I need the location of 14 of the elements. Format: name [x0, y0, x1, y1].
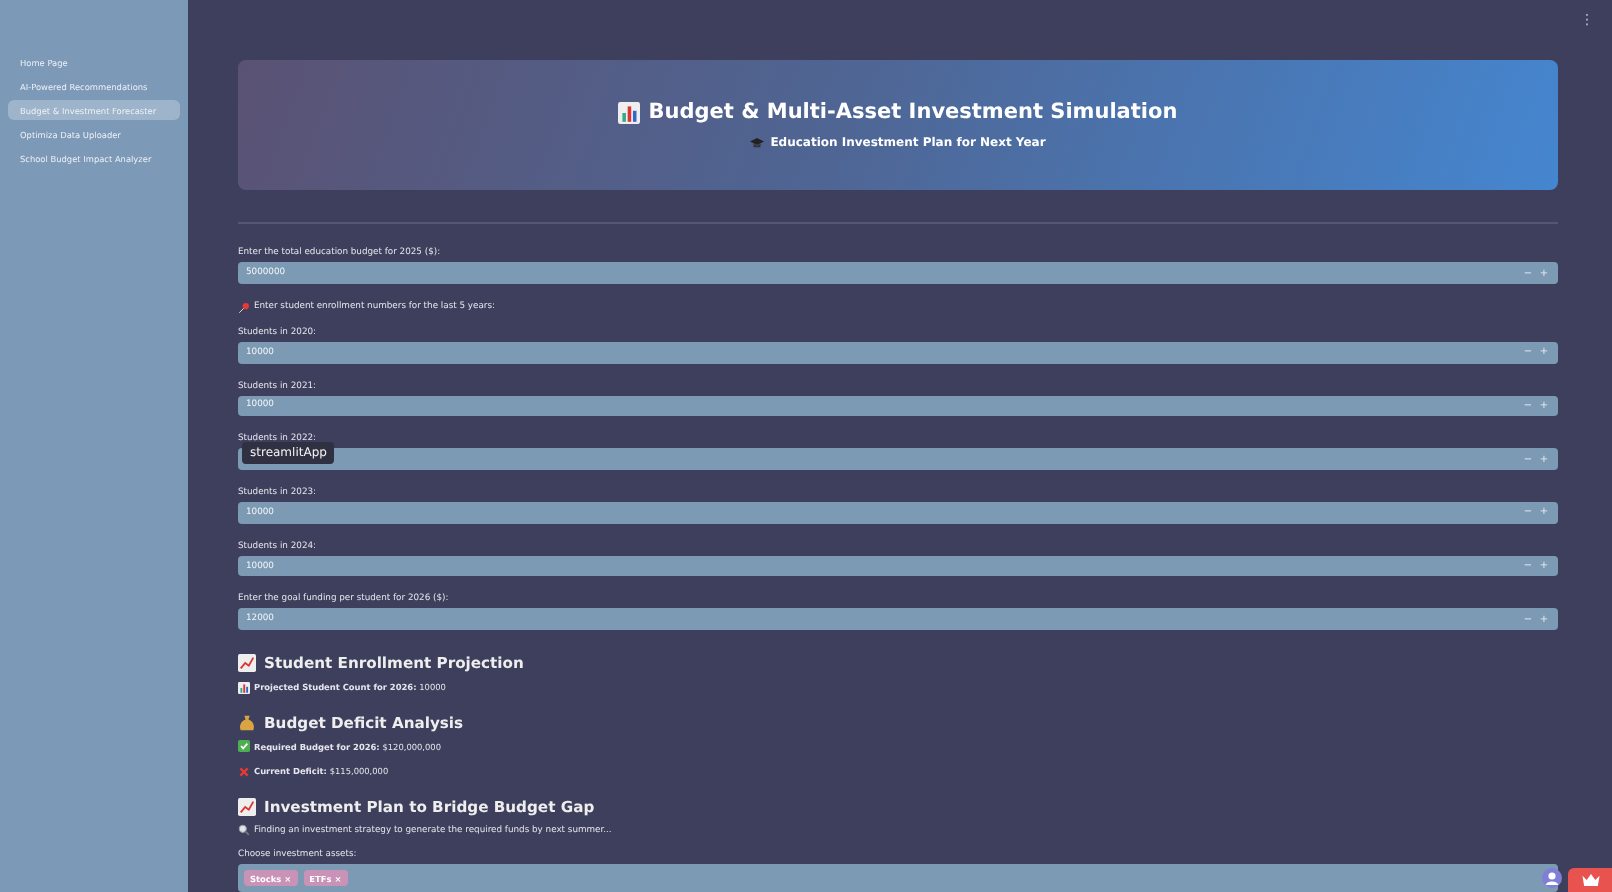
bar-chart-icon — [238, 681, 250, 694]
cross-icon — [238, 765, 250, 778]
crown-icon — [1581, 874, 1599, 886]
banner-title: Budget & Multi-Asset Investment Simulation — [648, 100, 1178, 125]
chart-icon — [238, 654, 256, 673]
bar-chart-icon — [618, 101, 641, 124]
pin-icon — [238, 301, 250, 314]
magnifier-icon — [238, 824, 250, 837]
money-bag-icon — [238, 713, 256, 732]
chart-icon — [238, 798, 256, 817]
avatar-icon[interactable] — [1542, 868, 1562, 888]
graduation-cap-icon — [750, 136, 765, 151]
app-badge[interactable] — [1568, 868, 1612, 892]
check-icon — [238, 740, 250, 753]
